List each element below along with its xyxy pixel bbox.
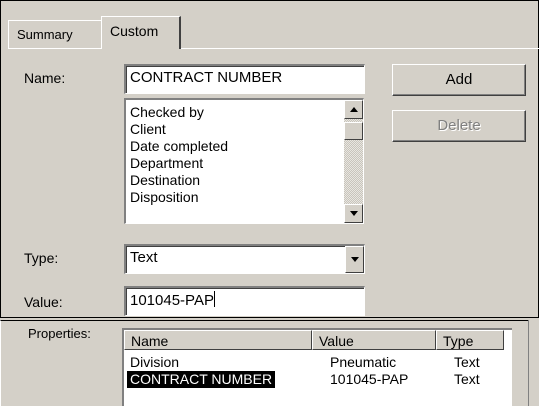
column-header-type-label: Type bbox=[443, 333, 474, 349]
text-caret bbox=[213, 291, 215, 307]
window-edge bbox=[528, 320, 539, 406]
column-header-type[interactable]: Type bbox=[436, 330, 504, 350]
type-combobox[interactable]: Text bbox=[124, 244, 365, 274]
delete-button[interactable]: Delete bbox=[392, 110, 526, 142]
list-item[interactable]: Disposition bbox=[130, 189, 228, 206]
value-input[interactable]: 101045-PAP bbox=[124, 286, 365, 316]
row-type: Text bbox=[454, 371, 480, 387]
name-listbox[interactable]: Checked by Client Date completed Departm… bbox=[124, 98, 364, 224]
type-dropdown-button[interactable] bbox=[345, 246, 364, 273]
row-value: 101045-PAP bbox=[330, 371, 409, 387]
table-row[interactable]: Division Pneumatic Text bbox=[124, 354, 504, 372]
column-header-name[interactable]: Name bbox=[124, 330, 312, 350]
arrow-up-icon bbox=[350, 107, 358, 112]
scroll-thumb[interactable] bbox=[344, 122, 363, 140]
type-combobox-value: Text bbox=[130, 249, 158, 266]
list-item[interactable]: Checked by bbox=[130, 104, 228, 121]
name-input-value: CONTRACT NUMBER bbox=[130, 69, 283, 86]
tab-summary[interactable]: Summary bbox=[8, 20, 102, 48]
list-item[interactable]: Department bbox=[130, 155, 228, 172]
properties-list[interactable]: Name Value Type Division Pneumatic Text … bbox=[122, 328, 512, 406]
row-value: Pneumatic bbox=[330, 354, 397, 370]
name-list-items: Checked by Client Date completed Departm… bbox=[130, 104, 228, 206]
delete-button-label: Delete bbox=[437, 117, 481, 134]
name-list-scrollbar[interactable] bbox=[344, 100, 363, 223]
name-label: Name: bbox=[24, 70, 66, 86]
row-name: CONTRACT NUMBER bbox=[125, 370, 277, 389]
tab-custom-label: Custom bbox=[110, 23, 159, 39]
add-button-label: Add bbox=[445, 71, 473, 88]
list-item[interactable]: Date completed bbox=[130, 138, 228, 155]
tab-custom[interactable]: Custom bbox=[101, 16, 181, 49]
properties-label: Properties: bbox=[28, 326, 91, 341]
column-header-value[interactable]: Value bbox=[312, 330, 436, 350]
row-type: Text bbox=[454, 354, 480, 370]
row-name: Division bbox=[130, 354, 180, 370]
value-input-value: 101045-PAP bbox=[130, 292, 214, 309]
table-row-selected[interactable]: CONTRACT NUMBER 101045-PAP Text bbox=[124, 370, 504, 389]
arrow-down-icon bbox=[350, 211, 358, 216]
tab-panel-edge bbox=[8, 48, 539, 49]
list-item[interactable]: Client bbox=[130, 121, 228, 138]
name-input[interactable]: CONTRACT NUMBER bbox=[124, 64, 365, 94]
type-label: Type: bbox=[24, 250, 59, 266]
scroll-up-button[interactable] bbox=[344, 100, 363, 119]
chevron-down-icon bbox=[351, 257, 359, 262]
column-header-name-label: Name bbox=[131, 333, 169, 349]
tab-summary-label: Summary bbox=[17, 27, 73, 42]
scroll-down-button[interactable] bbox=[344, 204, 363, 223]
column-header-value-label: Value bbox=[319, 333, 354, 349]
value-label: Value: bbox=[24, 294, 63, 310]
list-item[interactable]: Destination bbox=[130, 172, 228, 189]
add-button[interactable]: Add bbox=[392, 64, 526, 96]
